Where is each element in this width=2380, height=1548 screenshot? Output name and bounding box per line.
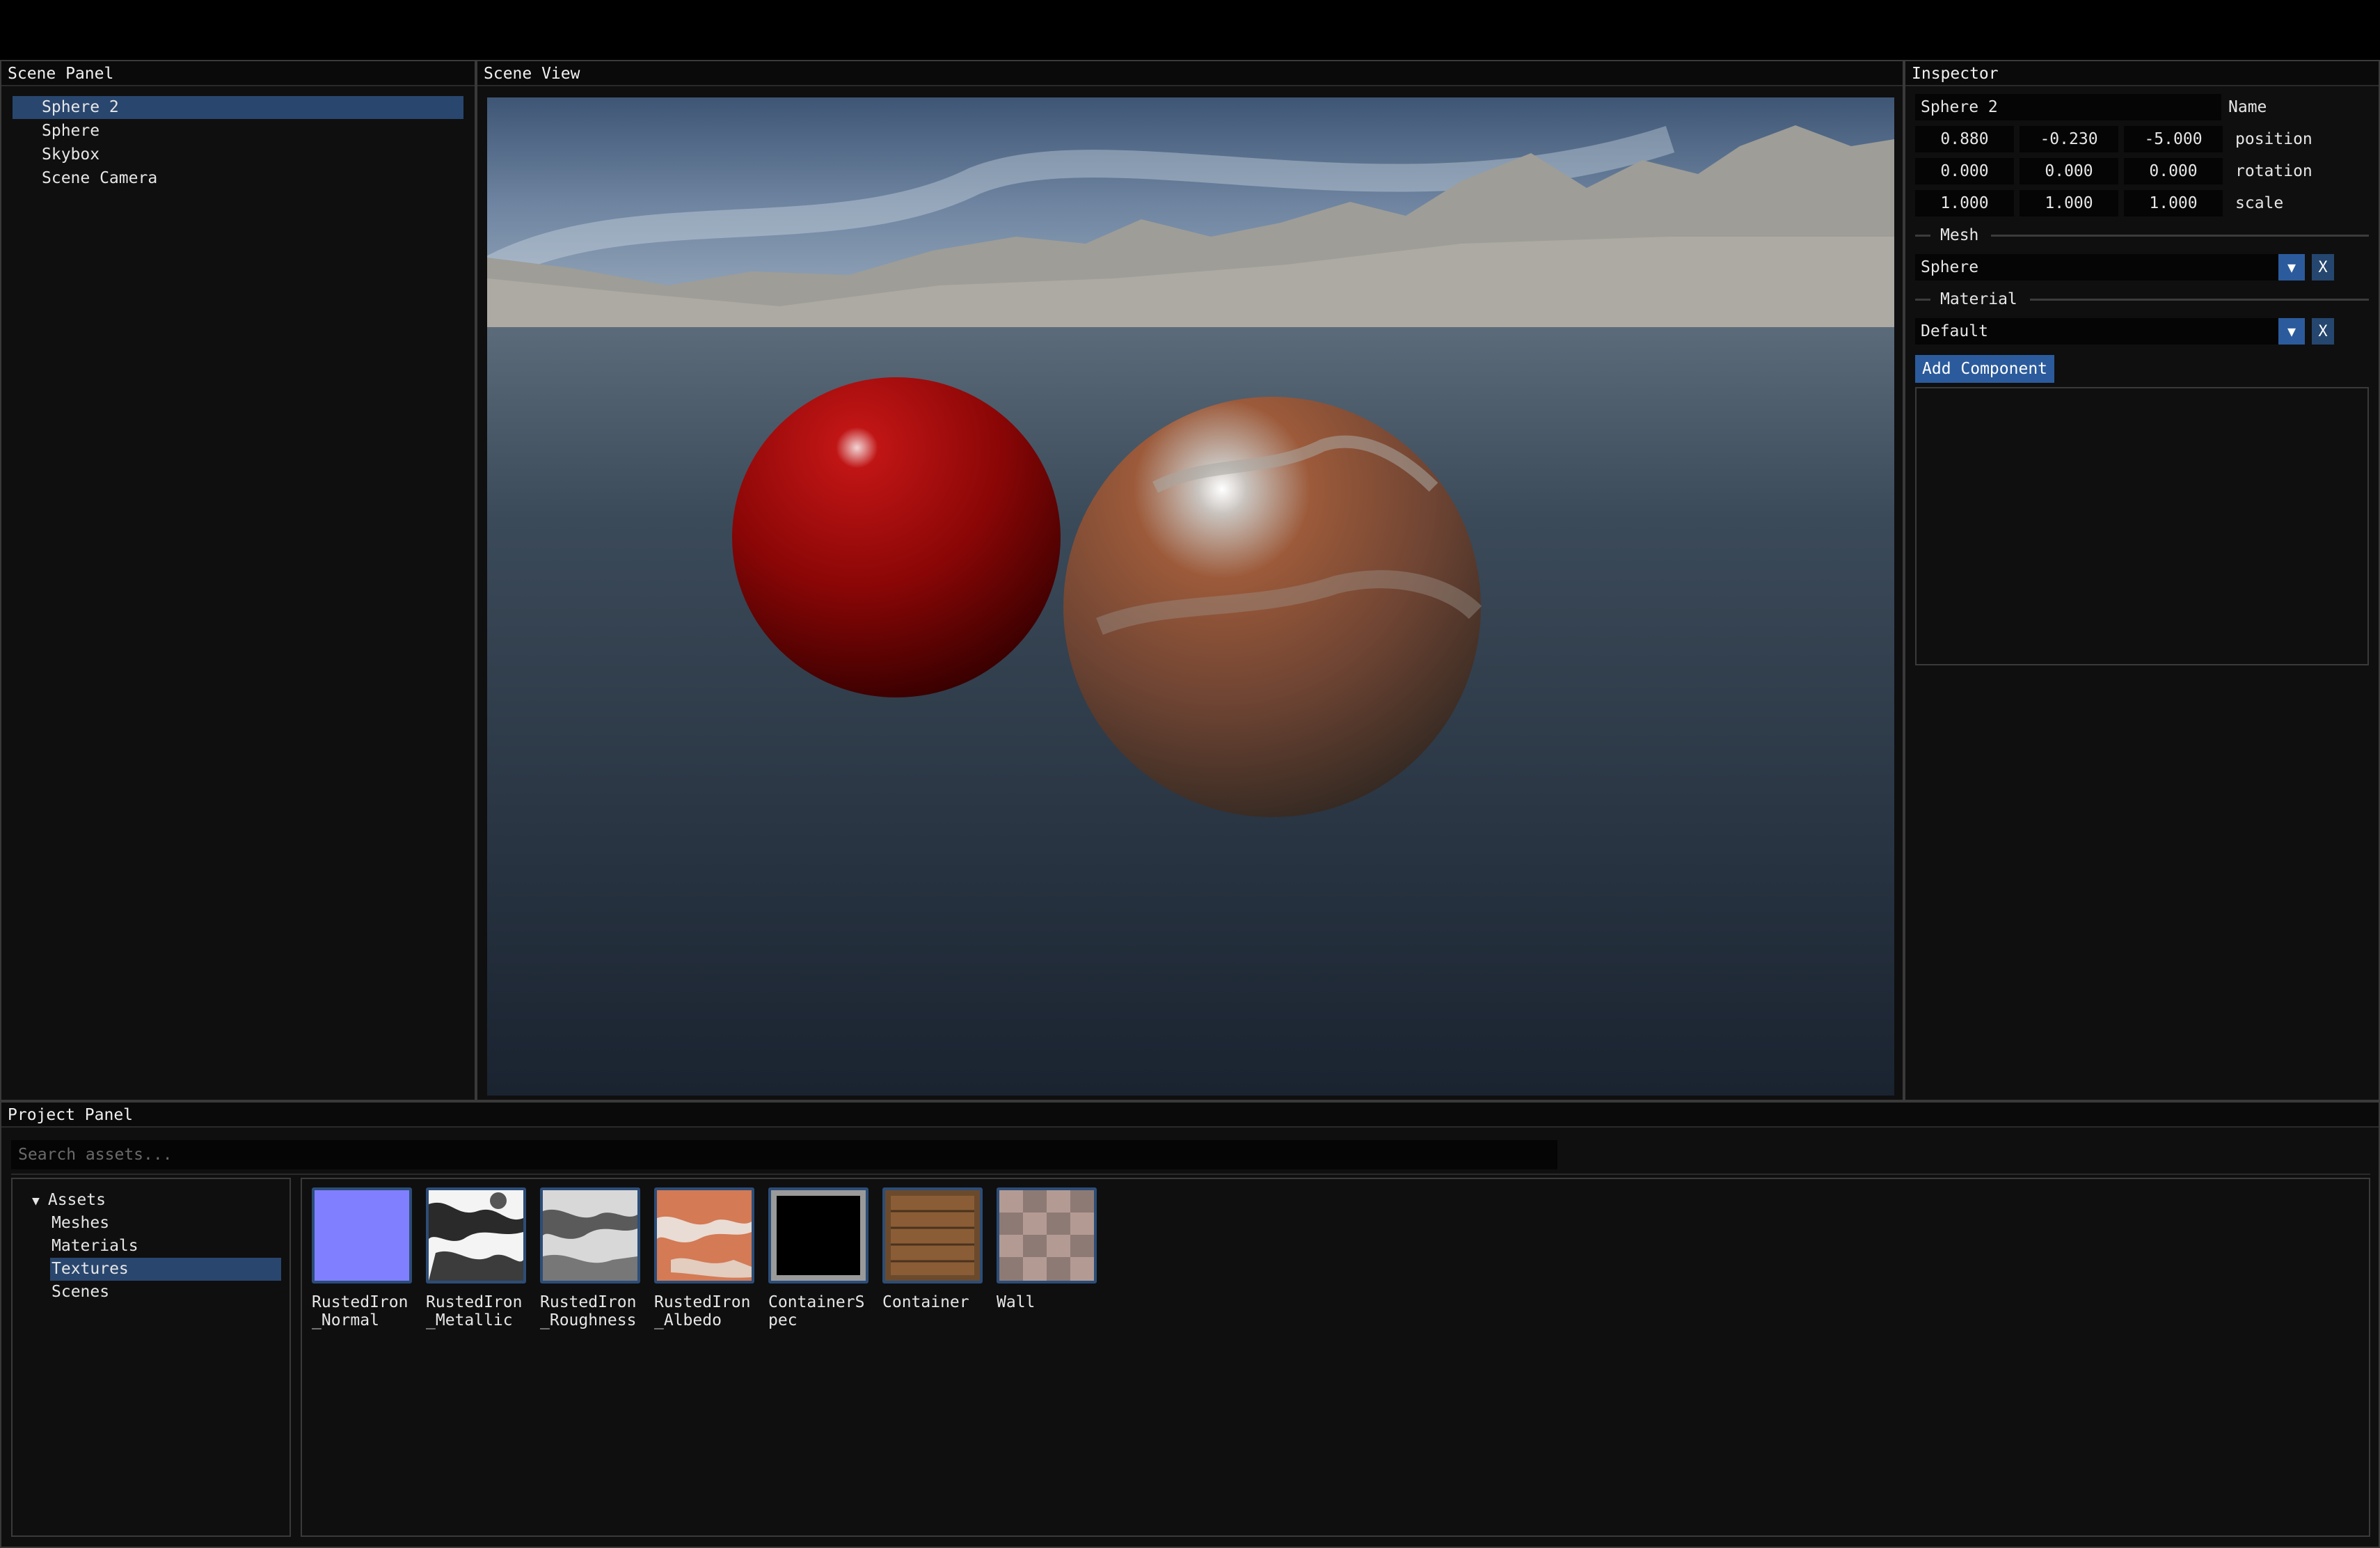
triangle-down-icon[interactable]: ▼: [32, 1194, 40, 1208]
folder-tree: ▼ Assets Meshes Materials Textures Scenes: [11, 1178, 291, 1537]
scale-y-field[interactable]: 1.000: [2020, 190, 2118, 216]
scale-label: scale: [2235, 194, 2284, 212]
asset-label: Wall: [997, 1293, 1036, 1311]
scene-panel: Scene Panel Sphere 2 Sphere Skybox Scene…: [0, 60, 476, 1101]
rotation-y-field[interactable]: 0.000: [2020, 158, 2118, 184]
folder-assets[interactable]: ▼ Assets: [21, 1189, 281, 1212]
asset-grid: RustedIron_Normal RustedIron_Metallic Ru…: [301, 1178, 2370, 1537]
folder-materials[interactable]: Materials: [21, 1235, 281, 1258]
material-section-header: Material: [1915, 285, 2369, 313]
asset-wall[interactable]: Wall: [997, 1187, 1111, 1311]
inspector-panel: Inspector Sphere 2 Name 0.880 -0.230 -5.…: [1904, 60, 2380, 1101]
asset-rustediron-roughness[interactable]: RustedIron_Roughness: [540, 1187, 654, 1329]
texture-thumbnail: [997, 1187, 1097, 1284]
mesh-dropdown[interactable]: Sphere ▼: [1915, 254, 2305, 281]
folder-meshes[interactable]: Meshes: [21, 1212, 281, 1235]
asset-rustediron-normal[interactable]: RustedIron_Normal: [312, 1187, 426, 1329]
position-y-field[interactable]: -0.230: [2020, 126, 2118, 152]
position-z-field[interactable]: -5.000: [2124, 126, 2223, 152]
component-list-box: [1915, 387, 2369, 665]
folder-assets-label: Assets: [47, 1191, 106, 1209]
texture-thumbnail: [654, 1187, 754, 1284]
mesh-section-label: Mesh: [1940, 226, 1979, 244]
remove-mesh-button[interactable]: X: [2312, 254, 2334, 281]
name-label: Name: [2228, 98, 2267, 116]
texture-thumbnail: [312, 1187, 412, 1284]
project-panel-title: Project Panel: [1, 1103, 2379, 1128]
chevron-down-icon[interactable]: ▼: [2278, 254, 2305, 281]
name-field[interactable]: Sphere 2: [1915, 94, 2221, 120]
texture-thumbnail: [768, 1187, 868, 1284]
scene-item-skybox[interactable]: Skybox: [13, 143, 463, 166]
asset-container[interactable]: Container: [882, 1187, 997, 1311]
scene-render: [487, 97, 1894, 1096]
asset-label: RustedIron_Normal: [312, 1293, 408, 1329]
mesh-dropdown-value: Sphere: [1921, 258, 1979, 276]
asset-rustediron-metallic[interactable]: RustedIron_Metallic: [426, 1187, 540, 1329]
folder-textures[interactable]: Textures: [50, 1258, 281, 1281]
scene-view-title: Scene View: [477, 61, 1903, 86]
add-component-button[interactable]: Add Component: [1915, 355, 2055, 383]
divider: [1915, 298, 1930, 301]
asset-containerspec[interactable]: ContainerSpec: [768, 1187, 882, 1329]
project-panel: Project Panel Search assets... ▼ Assets M…: [0, 1101, 2380, 1548]
divider: [2029, 298, 2369, 301]
asset-label: Container: [882, 1293, 969, 1311]
divider: [11, 1174, 2370, 1175]
material-section-label: Material: [1940, 290, 2017, 308]
scene-hierarchy: Sphere 2 Sphere Skybox Scene Camera: [1, 86, 475, 200]
rotation-label: rotation: [2235, 162, 2312, 180]
position-x-field[interactable]: 0.880: [1915, 126, 2014, 152]
scene-panel-title: Scene Panel: [1, 61, 475, 86]
inspector-title: Inspector: [1905, 61, 2379, 86]
folder-scenes[interactable]: Scenes: [21, 1281, 281, 1304]
texture-thumbnail: [426, 1187, 526, 1284]
asset-label: RustedIron_Albedo: [654, 1293, 751, 1329]
rotation-z-field[interactable]: 0.000: [2124, 158, 2223, 184]
search-assets-input[interactable]: Search assets...: [11, 1140, 1557, 1169]
asset-label: RustedIron_Roughness: [540, 1293, 637, 1329]
mesh-section-header: Mesh: [1915, 221, 2369, 249]
scene-view-panel: Scene View: [476, 60, 1904, 1101]
rotation-x-field[interactable]: 0.000: [1915, 158, 2014, 184]
texture-thumbnail: [540, 1187, 640, 1284]
remove-material-button[interactable]: X: [2312, 318, 2334, 345]
scene-viewport[interactable]: [487, 97, 1894, 1096]
divider: [1915, 234, 1930, 237]
asset-label: RustedIron_Metallic: [426, 1293, 523, 1329]
scene-item-scene-camera[interactable]: Scene Camera: [13, 167, 463, 190]
asset-rustediron-albedo[interactable]: RustedIron_Albedo: [654, 1187, 768, 1329]
texture-thumbnail: [882, 1187, 983, 1284]
material-dropdown-value: Default: [1921, 322, 1988, 340]
asset-label: ContainerSpec: [768, 1293, 865, 1329]
scene-item-sphere-2[interactable]: Sphere 2: [13, 96, 463, 119]
scale-x-field[interactable]: 1.000: [1915, 190, 2014, 216]
material-dropdown[interactable]: Default ▼: [1915, 318, 2305, 345]
divider: [1991, 234, 2369, 237]
position-label: position: [2235, 130, 2312, 148]
chevron-down-icon[interactable]: ▼: [2278, 318, 2305, 345]
scale-z-field[interactable]: 1.000: [2124, 190, 2223, 216]
scene-item-sphere[interactable]: Sphere: [13, 120, 463, 143]
